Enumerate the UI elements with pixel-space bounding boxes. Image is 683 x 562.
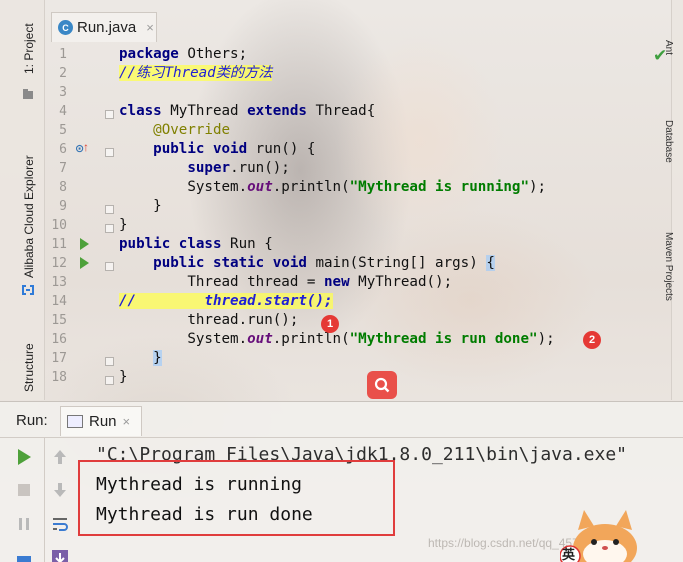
- soft-wrap-icon[interactable]: [50, 514, 70, 534]
- line-number: 3: [59, 85, 67, 100]
- scroll-down-icon[interactable]: [50, 480, 70, 500]
- line-number: 1: [59, 47, 67, 62]
- pause-icon[interactable]: [14, 514, 34, 534]
- structure-label: Structure: [22, 343, 36, 392]
- line-number: 12: [51, 256, 67, 271]
- run-toolbar: [0, 438, 68, 562]
- code-editor[interactable]: ✔ 1 2 3 4 5 6 7 8 9 10 11 12 13 14 15 16…: [45, 42, 671, 398]
- code-line-17: }: [153, 350, 162, 366]
- line-number: 10: [51, 218, 67, 233]
- override-arrow-icon: ↑: [83, 140, 89, 154]
- search-overlay-button[interactable]: [367, 371, 397, 399]
- code-line-15: thread.run();: [187, 312, 299, 328]
- code-line-13: Thread thread = new MyThread();: [187, 274, 453, 290]
- line-number: 9: [59, 199, 67, 214]
- code-line-1: package Others;: [119, 46, 248, 62]
- fold-icon[interactable]: [105, 357, 114, 366]
- fold-icon[interactable]: [105, 224, 114, 233]
- java-class-icon: C: [58, 20, 73, 35]
- alibaba-cloud-icon: [22, 285, 34, 295]
- line-number: 13: [51, 275, 67, 290]
- line-number: 15: [51, 313, 67, 328]
- editor-tab-bar: C Run.java ×: [45, 8, 671, 42]
- line-number: 4: [59, 104, 67, 119]
- line-number: 14: [51, 294, 67, 309]
- code-line-4: class MyThread extends Thread{: [119, 103, 376, 119]
- code-line-6: public void run() {: [153, 141, 316, 157]
- code-line-9: }: [153, 198, 162, 214]
- stop-icon[interactable]: [14, 480, 34, 500]
- code-line-5: @Override: [153, 122, 231, 138]
- line-number: 7: [59, 161, 67, 176]
- run-header: Run: Run ×: [0, 402, 683, 438]
- left-tool-strip: 1: Project Alibaba Cloud Explorer Struct…: [0, 0, 45, 400]
- scroll-to-end-icon[interactable]: [50, 548, 70, 562]
- mascot-label: 英: [562, 547, 576, 562]
- scroll-up-icon[interactable]: [50, 447, 70, 467]
- cloud-explorer-label: Alibaba Cloud Explorer: [22, 155, 36, 278]
- code-line-7: super.run();: [187, 160, 290, 176]
- editor-tab-run-java[interactable]: C Run.java ×: [51, 12, 157, 42]
- fold-icon[interactable]: [105, 376, 114, 385]
- fold-icon[interactable]: [105, 110, 114, 119]
- run-config-tab[interactable]: Run ×: [60, 406, 142, 436]
- run-window-icon: [67, 415, 83, 428]
- fold-icon[interactable]: [105, 205, 114, 214]
- code-line-8: System.out.println("Mythread is running"…: [187, 179, 547, 195]
- run-class-gutter-icon[interactable]: [80, 238, 89, 250]
- line-number: 5: [59, 123, 67, 138]
- code-line-12: public static void main(String[] args) {: [153, 255, 495, 271]
- code-line-2: //练习Thread类的方法: [119, 65, 273, 81]
- line-number: 16: [51, 332, 67, 347]
- editor-tab-label: Run.java: [77, 19, 137, 36]
- rerun-icon[interactable]: [14, 447, 34, 467]
- project-tool-label: 1: Project: [22, 23, 36, 74]
- line-number: 8: [59, 180, 67, 195]
- annotation-badge-2: 2: [583, 331, 601, 349]
- fold-icon[interactable]: [105, 262, 114, 271]
- code-line-14: // thread.start();: [119, 293, 333, 309]
- line-number: 18: [51, 370, 67, 385]
- code-line-11: public class Run {: [119, 236, 273, 252]
- annotation-badge-1: 1: [321, 315, 339, 333]
- run-tab-label: Run: [89, 413, 117, 430]
- run-main-gutter-icon[interactable]: [80, 257, 89, 269]
- code-line-16: System.out.println("Mythread is run done…: [187, 331, 555, 347]
- structure-tool-button[interactable]: Structure: [22, 343, 36, 392]
- line-number: 6: [59, 142, 67, 157]
- inspection-ok-icon: ✔: [653, 46, 668, 65]
- output-highlight-box: [78, 460, 395, 536]
- search-icon: [374, 377, 390, 393]
- line-number: 2: [59, 66, 67, 81]
- line-number: 17: [51, 351, 67, 366]
- project-tool-button[interactable]: 1: Project: [22, 23, 36, 74]
- right-tool-strip: Ant Database Maven Projects: [663, 0, 683, 400]
- cloud-explorer-tool-button[interactable]: Alibaba Cloud Explorer: [22, 155, 36, 278]
- close-icon[interactable]: ×: [146, 20, 154, 35]
- code-line-10: }: [119, 217, 128, 233]
- layout-icon[interactable]: [14, 550, 34, 562]
- run-title: Run:: [16, 412, 48, 429]
- code-line-18: }: [119, 369, 128, 385]
- project-folder-icon: [23, 89, 33, 99]
- close-icon[interactable]: ×: [123, 414, 131, 429]
- line-number: 11: [51, 237, 67, 252]
- fold-icon[interactable]: [105, 148, 114, 157]
